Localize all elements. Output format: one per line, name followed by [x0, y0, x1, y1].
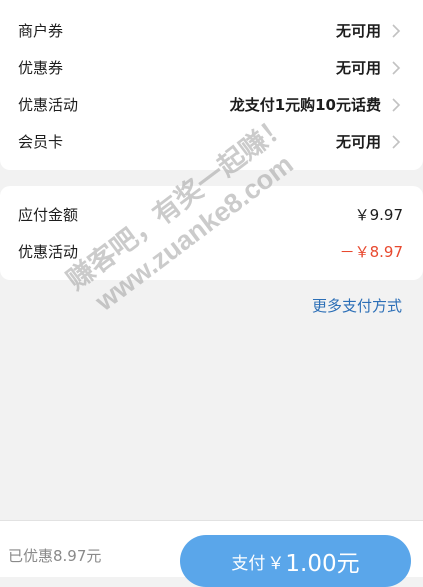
merchant-coupon-row[interactable]: 商户券 无可用: [0, 12, 423, 49]
saved-amount-text: 已优惠8.97元: [8, 547, 102, 565]
pay-button-label: 支付: [231, 553, 266, 574]
coupon-value: 无可用: [335, 59, 381, 77]
discount-amount-label: 优惠活动: [18, 242, 79, 261]
chevron-right-icon: [392, 23, 401, 38]
member-card-value: 无可用: [335, 133, 381, 151]
member-card-row[interactable]: 会员卡 无可用: [0, 123, 423, 160]
coupon-label: 优惠券: [18, 59, 64, 77]
discount-options-card: 商户券 无可用 优惠券 无可用 优惠活动 龙支付1元购10元话费 会员卡 无可用: [0, 0, 423, 170]
member-card-label: 会员卡: [18, 133, 64, 151]
chevron-right-icon: [392, 134, 401, 149]
pay-button-currency: ￥: [267, 553, 285, 574]
merchant-coupon-label: 商户券: [18, 22, 64, 40]
promotion-row[interactable]: 优惠活动 龙支付1元购10元话费: [0, 86, 423, 123]
payment-footer: 已优惠8.97元 支付 ￥ 1.00元: [0, 520, 423, 587]
pay-button[interactable]: 支付 ￥ 1.00元: [180, 535, 411, 587]
promotion-value: 龙支付1元购10元话费: [229, 96, 381, 114]
payable-amount-row: 应付金额 ￥9.97: [0, 196, 423, 232]
coupon-row[interactable]: 优惠券 无可用: [0, 49, 423, 86]
discount-amount-value: －￥8.97: [339, 242, 403, 261]
merchant-coupon-value: 无可用: [335, 22, 381, 40]
more-payment-methods-link[interactable]: 更多支付方式: [312, 295, 402, 316]
discount-amount-row: 优惠活动 －￥8.97: [0, 233, 423, 269]
payable-amount-value: ￥9.97: [354, 205, 403, 224]
pay-button-amount: 1.00元: [285, 551, 360, 577]
chevron-right-icon: [392, 60, 401, 75]
chevron-right-icon: [392, 97, 401, 112]
promotion-label: 优惠活动: [18, 96, 79, 114]
payable-amount-label: 应付金额: [18, 205, 79, 224]
